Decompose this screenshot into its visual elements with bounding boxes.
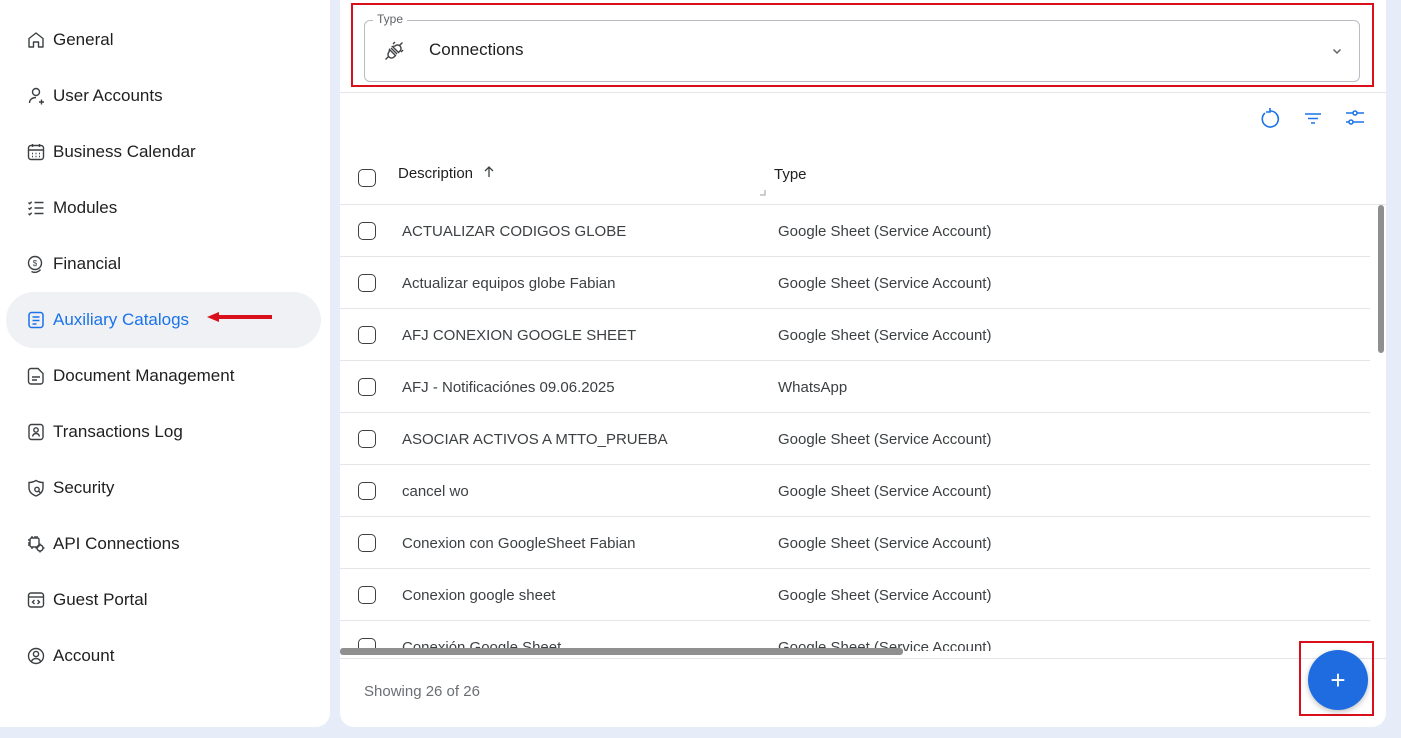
sidebar-item-financial[interactable]: $ Financial <box>6 236 321 292</box>
row-description: ACTUALIZAR CODIGOS GLOBE <box>402 223 627 240</box>
row-description: cancel wo <box>402 483 469 500</box>
row-type: Google Sheet (Service Account) <box>778 431 992 448</box>
catalog-icon <box>26 310 46 330</box>
sidebar-item-guest-portal[interactable]: Guest Portal <box>6 572 321 628</box>
sidebar-item-user-accounts[interactable]: User Accounts <box>6 68 321 124</box>
row-description: ASOCIAR ACTIVOS A MTTO_PRUEBA <box>402 431 668 448</box>
sidebar-item-modules[interactable]: Modules <box>6 180 321 236</box>
sidebar-item-label: Guest Portal <box>53 590 148 609</box>
highlight-arrow-icon <box>207 312 272 322</box>
table-row[interactable]: Conexion google sheet Google Sheet (Serv… <box>340 569 1370 621</box>
table-row[interactable]: Actualizar equipos globe Fabian Google S… <box>340 257 1370 309</box>
home-icon <box>26 30 46 50</box>
row-checkbox[interactable] <box>358 482 376 500</box>
sidebar-item-document-management[interactable]: Document Management <box>6 348 321 404</box>
table-row[interactable]: AFJ CONEXION GOOGLE SHEET Google Sheet (… <box>340 309 1370 361</box>
row-checkbox[interactable] <box>358 534 376 552</box>
row-description: Conexion con GoogleSheet Fabian <box>402 535 636 552</box>
divider <box>340 658 1386 659</box>
svg-text:$: $ <box>33 259 38 268</box>
sidebar-item-business-calendar[interactable]: Business Calendar <box>6 124 321 180</box>
row-checkbox[interactable] <box>358 378 376 396</box>
table-body: ACTUALIZAR CODIGOS GLOBE Google Sheet (S… <box>340 205 1386 651</box>
refresh-icon[interactable] <box>1258 106 1282 130</box>
row-checkbox[interactable] <box>358 222 376 240</box>
sidebar-item-label: Security <box>53 478 115 497</box>
row-description: AFJ CONEXION GOOGLE SHEET <box>402 327 637 344</box>
sidebar-item-label: API Connections <box>53 534 180 553</box>
calendar-icon <box>26 142 46 162</box>
sidebar-item-account[interactable]: Account <box>6 628 321 684</box>
row-type: Google Sheet (Service Account) <box>778 327 992 344</box>
sidebar-item-transactions-log[interactable]: Transactions Log <box>6 404 321 460</box>
row-type: Google Sheet (Service Account) <box>778 587 992 604</box>
row-checkbox[interactable] <box>358 274 376 292</box>
plug-icon <box>385 41 404 60</box>
account-icon <box>26 646 46 666</box>
sidebar: General User Accounts Business Calendar … <box>0 0 330 727</box>
type-select-legend: Type <box>373 12 408 26</box>
row-checkbox[interactable] <box>358 586 376 604</box>
main-panel: Type Connections Description Type ACTUAL… <box>340 0 1386 727</box>
type-select-value: Connections <box>429 40 524 59</box>
row-type: Google Sheet (Service Account) <box>778 483 992 500</box>
sidebar-item-api-connections[interactable]: API Connections <box>6 516 321 572</box>
sidebar-item-label: Business Calendar <box>53 142 196 161</box>
column-header-type[interactable]: Type <box>774 166 807 183</box>
coin-icon: $ <box>26 254 46 274</box>
divider <box>340 92 1386 93</box>
table-row[interactable]: ASOCIAR ACTIVOS A MTTO_PRUEBA Google She… <box>340 413 1370 465</box>
api-gear-icon <box>26 534 46 554</box>
column-header-description[interactable]: Description <box>398 165 473 182</box>
column-resize-icon[interactable] <box>760 190 766 196</box>
row-description: AFJ - Notificaciónes 09.06.2025 <box>402 379 615 396</box>
select-all-checkbox[interactable] <box>358 169 376 187</box>
chevron-down-icon[interactable] <box>1330 44 1344 58</box>
sort-ascending-icon[interactable] <box>482 165 496 179</box>
sidebar-item-general[interactable]: General <box>6 12 321 68</box>
table-row[interactable]: AFJ - Notificaciónes 09.06.2025 WhatsApp <box>340 361 1370 413</box>
row-type: Google Sheet (Service Account) <box>778 535 992 552</box>
row-description: Conexion google sheet <box>402 587 556 604</box>
sidebar-item-label: Auxiliary Catalogs <box>53 310 190 329</box>
sidebar-item-security[interactable]: Security <box>6 460 321 516</box>
row-type: WhatsApp <box>778 379 848 396</box>
checklist-icon <box>26 198 46 218</box>
row-type: Google Sheet (Service Account) <box>778 275 992 292</box>
shield-icon <box>26 478 46 498</box>
table-row[interactable]: ACTUALIZAR CODIGOS GLOBE Google Sheet (S… <box>340 205 1370 257</box>
sidebar-item-label: Document Management <box>53 366 235 385</box>
log-icon <box>26 422 46 442</box>
sidebar-item-label: Transactions Log <box>53 422 183 441</box>
document-icon <box>26 366 46 386</box>
vertical-scrollbar[interactable] <box>1378 205 1384 353</box>
sidebar-item-label: User Accounts <box>53 86 163 105</box>
filter-icon[interactable] <box>1301 106 1325 130</box>
add-button[interactable]: + <box>1308 650 1368 710</box>
table-row[interactable]: Conexion con GoogleSheet Fabian Google S… <box>340 517 1370 569</box>
user-add-icon <box>26 86 46 106</box>
table-row[interactable]: cancel wo Google Sheet (Service Account) <box>340 465 1370 517</box>
table-row[interactable]: Conexión Google Sheet Google Sheet (Serv… <box>340 621 1370 651</box>
horizontal-scrollbar[interactable] <box>340 648 903 655</box>
record-count: Showing 26 of 26 <box>364 683 480 700</box>
sidebar-item-label: Modules <box>53 198 118 217</box>
sidebar-item-label: General <box>53 30 114 49</box>
row-description: Actualizar equipos globe Fabian <box>402 275 616 292</box>
row-checkbox[interactable] <box>358 430 376 448</box>
column-settings-icon[interactable] <box>1343 106 1367 130</box>
row-type: Google Sheet (Service Account) <box>778 223 992 240</box>
sidebar-item-label: Financial <box>53 254 122 273</box>
table-header: Description Type <box>340 152 1386 205</box>
row-checkbox[interactable] <box>358 326 376 344</box>
portal-icon <box>26 590 46 610</box>
sidebar-item-label: Account <box>53 646 115 665</box>
